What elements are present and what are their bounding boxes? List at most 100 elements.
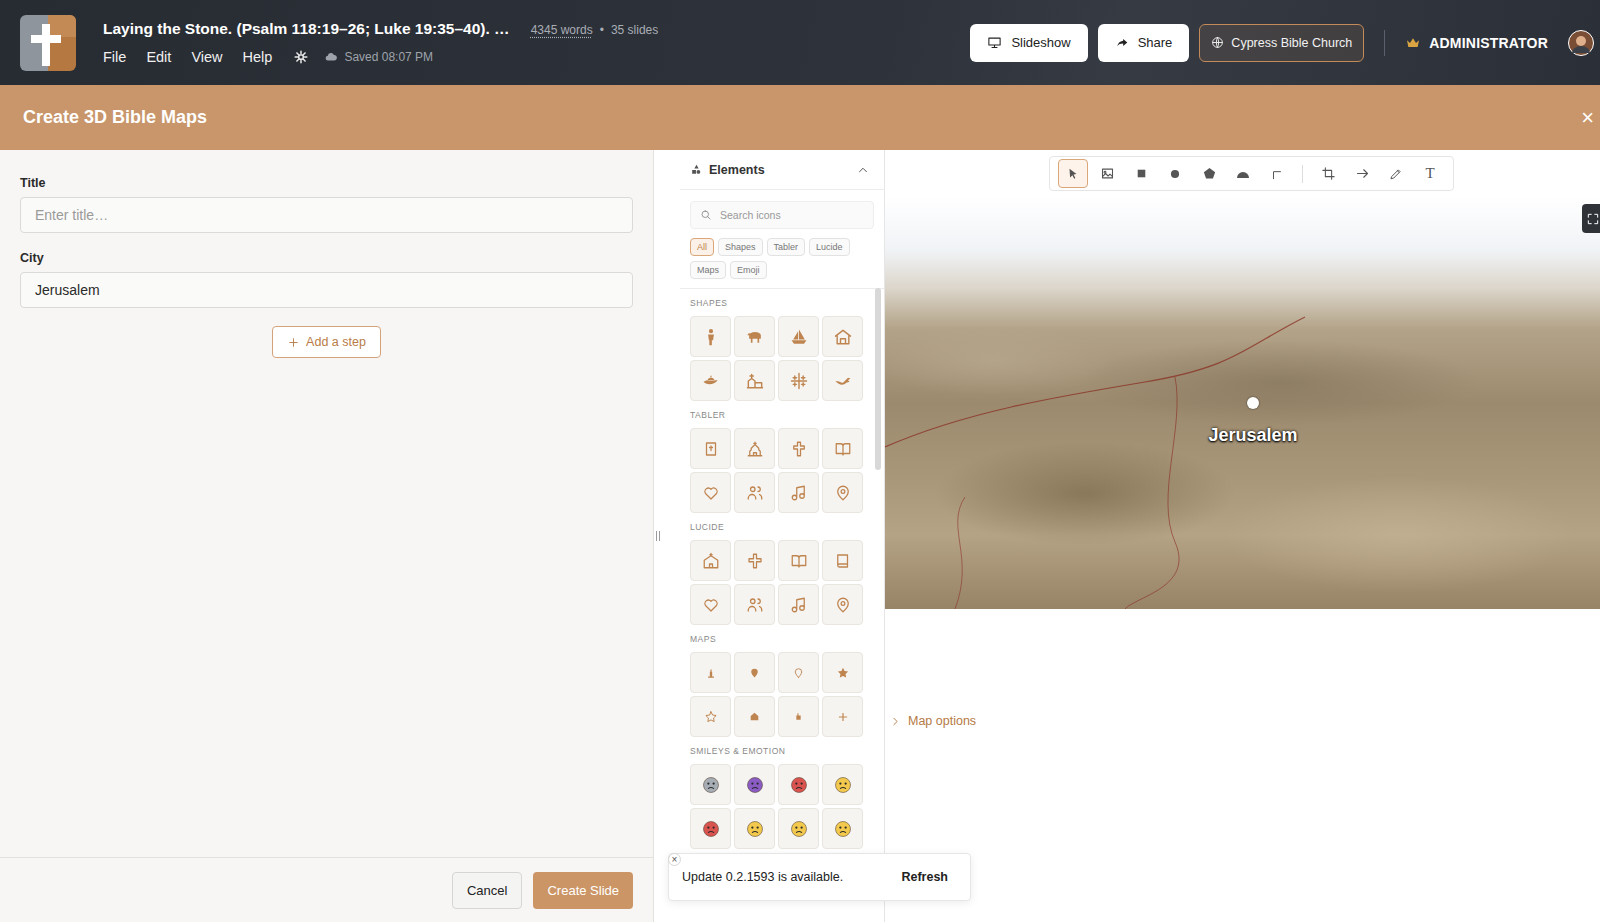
logo-icon[interactable] <box>20 15 76 71</box>
lcross-icon <box>746 552 764 570</box>
icon-tile[interactable] <box>822 360 863 401</box>
icon-tile[interactable] <box>690 764 731 805</box>
pen-tool[interactable] <box>1381 159 1411 188</box>
top-bar: Laying the Stone. (Psalm 118:19–26; Luke… <box>0 0 1600 85</box>
icon-search[interactable]: Search icons <box>690 201 874 229</box>
icon-tile[interactable] <box>822 540 863 581</box>
create-slide-button[interactable]: Create Slide <box>533 872 633 909</box>
refresh-button[interactable]: Refresh <box>901 870 948 884</box>
icon-tile[interactable] <box>734 764 775 805</box>
monitor-button[interactable]: Slideshow <box>970 24 1087 62</box>
icon-tile[interactable] <box>734 428 775 469</box>
icon-tile[interactable] <box>734 316 775 357</box>
cancel-button[interactable]: Cancel <box>452 872 522 909</box>
icon-tile[interactable] <box>690 696 731 737</box>
icon-tile[interactable] <box>822 808 863 849</box>
arc-tool[interactable] <box>1228 159 1258 188</box>
rect-tool[interactable] <box>1126 159 1156 188</box>
menu-item[interactable]: View <box>191 49 222 65</box>
filter-chip[interactable]: All <box>690 238 714 256</box>
icon-tile[interactable] <box>690 808 731 849</box>
icon-tile[interactable] <box>690 428 731 469</box>
star-icon <box>836 666 850 680</box>
icon-tile[interactable] <box>822 316 863 357</box>
map-options-toggle[interactable]: Map options <box>885 714 1600 728</box>
add-step-button[interactable]: Add a step <box>272 326 381 358</box>
icon-tile[interactable] <box>778 764 819 805</box>
icon-tile[interactable] <box>822 584 863 625</box>
pentagon-tool[interactable] <box>1194 159 1224 188</box>
toast-close-button[interactable]: × <box>668 853 681 866</box>
avatar-icon[interactable] <box>1568 30 1594 56</box>
text-tool[interactable]: T <box>1415 159 1445 188</box>
elbow-tool[interactable] <box>1262 159 1292 188</box>
icon-tile[interactable] <box>778 652 819 693</box>
icon-tile[interactable] <box>690 584 731 625</box>
arrow-icon <box>1355 166 1370 181</box>
circle-tool[interactable] <box>1160 159 1190 188</box>
icon-tile[interactable] <box>822 696 863 737</box>
icon-tile[interactable] <box>734 808 775 849</box>
menu-item[interactable]: Help <box>243 49 273 65</box>
jcross-icon <box>789 371 809 391</box>
word-count[interactable]: 4345 words <box>531 23 593 37</box>
filter-chip[interactable]: Shapes <box>718 238 763 256</box>
gear-icon <box>294 50 308 64</box>
icon-tile[interactable] <box>778 808 819 849</box>
crop-tool[interactable] <box>1313 159 1343 188</box>
settings-button[interactable] <box>294 50 308 64</box>
icon-tile[interactable] <box>690 472 731 513</box>
close-button[interactable]: × <box>1579 107 1596 129</box>
text-input[interactable]: Enter title… <box>20 197 633 233</box>
monument-icon <box>704 666 718 680</box>
icon-tile[interactable] <box>690 652 731 693</box>
role-badge[interactable]: ADMINISTRATOR <box>1405 35 1548 51</box>
organization-button[interactable]: Cypress Bible Church <box>1199 24 1364 62</box>
icon-tile[interactable] <box>822 764 863 805</box>
share-button[interactable]: Share <box>1098 24 1190 62</box>
icon-tile[interactable] <box>734 652 775 693</box>
filter-chip[interactable]: Tabler <box>767 238 806 256</box>
flag-icon <box>792 710 805 723</box>
icon-tile[interactable] <box>734 472 775 513</box>
elements-header[interactable]: Elements <box>680 150 884 190</box>
icon-tile[interactable] <box>690 360 731 401</box>
text-input[interactable]: Jerusalem <box>20 272 633 308</box>
icon-tile[interactable] <box>778 316 819 357</box>
filter-chip[interactable]: Emoji <box>730 261 767 279</box>
icon-tile[interactable] <box>734 696 775 737</box>
icon-tile[interactable] <box>690 540 731 581</box>
icon-tile[interactable] <box>822 652 863 693</box>
icon-tile[interactable] <box>822 472 863 513</box>
filter-chip[interactable]: Maps <box>690 261 726 279</box>
icon-tile[interactable] <box>778 472 819 513</box>
resize-gutter[interactable] <box>654 150 680 922</box>
menu-item[interactable]: File <box>103 49 126 65</box>
icon-tile[interactable] <box>734 584 775 625</box>
lbook-icon <box>834 552 852 570</box>
document-title[interactable]: Laying the Stone. (Psalm 118:19–26; Luke… <box>103 20 510 38</box>
icon-tile[interactable] <box>778 360 819 401</box>
icon-tile[interactable] <box>778 584 819 625</box>
filter-chip[interactable]: Lucide <box>809 238 850 256</box>
icon-tile[interactable] <box>778 428 819 469</box>
meta-separator: • <box>600 23 604 37</box>
map-view[interactable]: Jerusalem <box>885 197 1600 609</box>
icon-section: TABLER <box>690 410 874 513</box>
icon-tile[interactable] <box>778 696 819 737</box>
pentagon-icon <box>1202 166 1217 181</box>
resize-handle-icon[interactable] <box>656 531 660 541</box>
icon-tile[interactable] <box>778 540 819 581</box>
arc-icon <box>1235 166 1251 182</box>
icon-tile[interactable] <box>734 540 775 581</box>
icon-tile[interactable] <box>734 360 775 401</box>
icon-tile[interactable] <box>690 316 731 357</box>
fullscreen-button[interactable] <box>1582 204 1600 233</box>
arrow-tool[interactable] <box>1347 159 1377 188</box>
menu-item[interactable]: Edit <box>146 49 171 65</box>
scrollbar-thumb[interactable] <box>875 288 881 470</box>
image-tool[interactable] <box>1092 159 1122 188</box>
pointer-tool[interactable] <box>1058 159 1088 188</box>
icon-tile[interactable] <box>822 428 863 469</box>
city-pin[interactable] <box>1247 397 1259 409</box>
